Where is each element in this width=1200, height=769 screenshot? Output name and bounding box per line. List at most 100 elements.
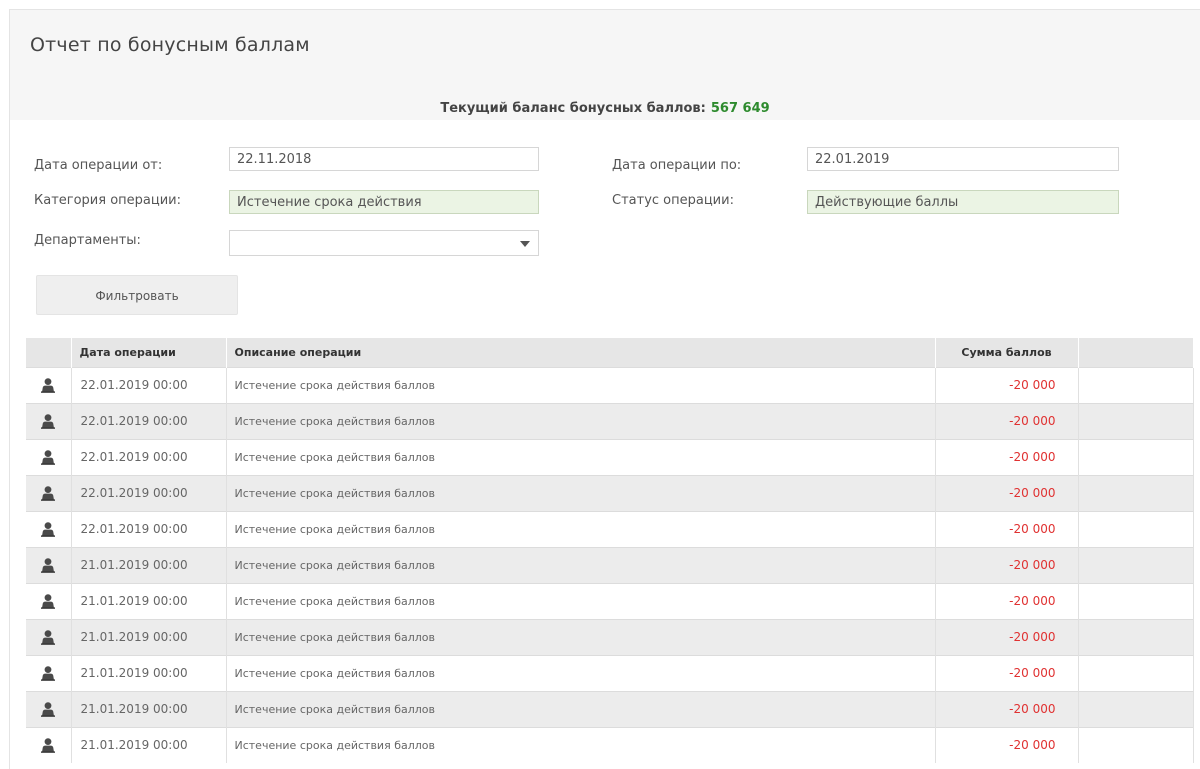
row-description: Истечение срока действия баллов [226,402,936,439]
row-date: 21.01.2019 00:00 [71,654,227,691]
table-row[interactable]: 22.01.2019 00:00 Истечение срока действия… [26,510,1194,547]
row-icon-cell [26,654,72,691]
date-from-input[interactable] [229,147,539,171]
row-date: 22.01.2019 00:00 [71,510,227,547]
row-icon-cell [26,726,72,763]
departments-select[interactable] [229,230,539,256]
table-row[interactable]: 22.01.2019 00:00 Истечение срока действия… [26,366,1194,403]
row-extra-cell [1078,510,1194,547]
row-description: Истечение срока действия баллов [226,510,936,547]
row-extra-cell [1078,366,1194,403]
user-icon [41,486,56,501]
row-amount: -20 000 [935,474,1079,511]
row-date: 21.01.2019 00:00 [71,582,227,619]
date-from-label: Дата операции от: [34,158,163,173]
row-amount: -20 000 [935,438,1079,475]
table-row[interactable]: 22.01.2019 00:00 Истечение срока действия… [26,438,1194,475]
row-extra-cell [1078,618,1194,655]
balance-label: Текущий баланс бонусных баллов: [440,101,706,116]
row-description: Истечение срока действия баллов [226,546,936,583]
row-icon-cell [26,474,72,511]
row-amount: -20 000 [935,510,1079,547]
row-extra-cell [1078,402,1194,439]
row-extra-cell [1078,582,1194,619]
operations-table: Дата операции Описание операции Сумма ба… [26,338,1194,763]
departments-label: Департаменты: [34,233,141,248]
table-row[interactable]: 21.01.2019 00:00 Истечение срока действия… [26,582,1194,619]
chevron-down-icon[interactable] [520,241,530,247]
balance-value: 567 649 [710,101,770,116]
user-icon [41,450,56,465]
row-description: Истечение срока действия баллов [226,438,936,475]
date-to-label: Дата операции по: [612,158,742,173]
row-icon-cell [26,582,72,619]
row-description: Истечение срока действия баллов [226,582,936,619]
row-description: Истечение срока действия баллов [226,366,936,403]
row-icon-cell [26,510,72,547]
row-extra-cell [1078,690,1194,727]
user-icon [41,594,56,609]
page-title: Отчет по бонусным баллам [30,34,310,56]
row-icon-cell [26,546,72,583]
report-panel: Отчет по бонусным баллам Текущий баланс … [9,9,1200,769]
row-amount: -20 000 [935,402,1079,439]
row-description: Истечение срока действия баллов [226,726,936,763]
report-header: Отчет по бонусным баллам Текущий баланс … [10,10,1200,120]
row-amount: -20 000 [935,654,1079,691]
status-label: Статус операции: [612,193,734,208]
row-icon-cell [26,366,72,403]
user-icon [41,630,56,645]
user-icon [41,522,56,537]
row-date: 22.01.2019 00:00 [71,402,227,439]
row-icon-cell [26,438,72,475]
row-date: 21.01.2019 00:00 [71,690,227,727]
status-field[interactable] [807,190,1119,214]
row-icon-cell [26,690,72,727]
user-icon [41,666,56,681]
row-extra-cell [1078,546,1194,583]
row-extra-cell [1078,474,1194,511]
table-row[interactable]: 22.01.2019 00:00 Истечение срока действия… [26,402,1194,439]
row-icon-cell [26,618,72,655]
user-icon [41,702,56,717]
row-date: 21.01.2019 00:00 [71,726,227,763]
column-header-date[interactable]: Дата операции [71,338,227,367]
row-date: 21.01.2019 00:00 [71,546,227,583]
row-amount: -20 000 [935,546,1079,583]
row-date: 21.01.2019 00:00 [71,618,227,655]
row-amount: -20 000 [935,618,1079,655]
table-row[interactable]: 21.01.2019 00:00 Истечение срока действия… [26,690,1194,727]
table-row[interactable]: 21.01.2019 00:00 Истечение срока действия… [26,726,1194,763]
table-row[interactable]: 21.01.2019 00:00 Истечение срока действия… [26,654,1194,691]
row-extra-cell [1078,726,1194,763]
table-row[interactable]: 21.01.2019 00:00 Истечение срока действия… [26,546,1194,583]
balance-line: Текущий баланс бонусных баллов: 567 649 [10,101,1200,116]
column-header-amount[interactable]: Сумма баллов [935,338,1079,367]
table-header-row: Дата операции Описание операции Сумма ба… [26,338,1194,367]
row-icon-cell [26,402,72,439]
table-row[interactable]: 22.01.2019 00:00 Истечение срока действия… [26,474,1194,511]
date-to-input[interactable] [807,147,1119,171]
category-field[interactable] [229,190,539,214]
user-icon [41,558,56,573]
row-amount: -20 000 [935,690,1079,727]
row-description: Истечение срока действия баллов [226,690,936,727]
user-icon [41,414,56,429]
user-icon [41,378,56,393]
filter-button[interactable]: Фильтровать [36,275,238,315]
table-row[interactable]: 21.01.2019 00:00 Истечение срока действия… [26,618,1194,655]
row-date: 22.01.2019 00:00 [71,438,227,475]
column-header-extra [1078,338,1194,367]
column-header-icon [26,338,72,367]
row-extra-cell [1078,438,1194,475]
row-amount: -20 000 [935,366,1079,403]
row-extra-cell [1078,654,1194,691]
column-header-description[interactable]: Описание операции [226,338,936,367]
category-label: Категория операции: [34,193,181,208]
row-amount: -20 000 [935,726,1079,763]
row-description: Истечение срока действия баллов [226,654,936,691]
user-icon [41,738,56,754]
row-description: Истечение срока действия баллов [226,618,936,655]
row-date: 22.01.2019 00:00 [71,366,227,403]
row-date: 22.01.2019 00:00 [71,474,227,511]
